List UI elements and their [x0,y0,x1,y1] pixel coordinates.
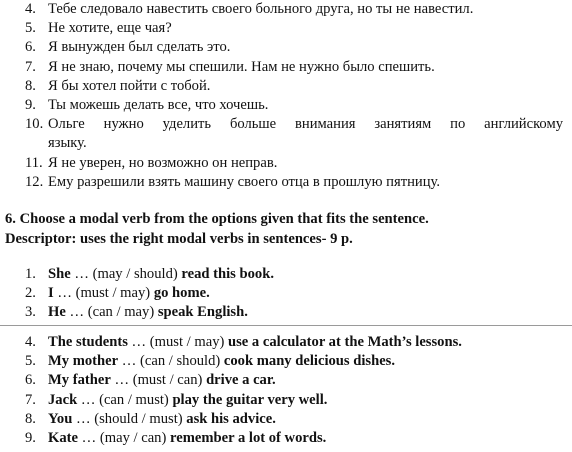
item-text-line: языку. [48,135,87,152]
item-number: 5. [25,20,36,37]
item-rest: use a calculator at the Math’s lessons. [228,334,462,350]
item-number: 4. [25,1,36,17]
item-number: 4. [25,334,36,350]
item-options: … (can / may) [65,304,158,321]
item-text: Jack … (can / must) play the guitar very… [48,391,327,410]
item-text: Не хотите, еще чая? [48,20,172,37]
item-subject: Jack [48,391,78,408]
item-subject: He [48,304,66,321]
item-text: Я не уверен, но возможно он неправ. [48,154,278,171]
item-number: 5. [25,353,36,370]
item-text: The students … (must / may) use a calcul… [48,333,462,352]
item-options: … (may / can) [78,429,170,446]
item-rest: speak English. [157,304,248,321]
item-number: 9. [25,429,36,446]
item-rest: drive a car. [206,372,276,389]
item-text: Ему разрешили взять машину своего отца в… [48,173,440,190]
item-number: 9. [25,96,36,113]
item-options: … (must / may) [53,285,154,302]
item-options: … (must / can) [110,372,207,389]
item-text: Я бы хотел пойти с тобой. [48,77,211,94]
item-text: You … (should / must) ask his advice. [48,410,276,429]
item-subject: Kate [48,429,78,446]
item-text: He … (can / may) speak English. [48,303,248,322]
item-number: 8. [25,410,36,427]
item-number: 6. [25,372,36,389]
item-text: My father … (must / can) drive a car. [48,371,276,390]
item-rest: play the guitar very well. [172,391,328,408]
item-rest: cook many delicious dishes. [223,353,396,370]
item-subject: My mother [48,353,119,370]
item-options: … (should / must) [72,410,187,427]
item-number: 11. [25,154,43,171]
item-options: … (may / should) [70,266,182,282]
item-text: Ты можешь делать все, что хочешь. [48,96,269,113]
item-options: … (can / must) [77,391,173,408]
item-number: 12. [25,173,44,190]
item-subject: You [48,410,73,427]
item-text: My mother … (can / should) cook many del… [48,352,395,371]
item-number: 1. [25,266,36,282]
item-rest: go home. [153,285,210,302]
item-number: 7. [25,391,36,408]
item-text: Я не знаю, почему мы спешили. Нам не нуж… [48,58,435,75]
item-text: She … (may / should) read this book. [48,265,274,284]
document-page: 4. Тебе следовало навестить своего больн… [0,0,572,452]
item-number: 7. [25,58,36,75]
item-text-line: Ольге нужно уделить больше внимания заня… [48,116,563,133]
item-number: 3. [25,304,36,321]
item-number: 10. [25,116,44,133]
page-divider [0,325,572,326]
item-rest: read this book. [181,266,274,282]
item-rest: ask his advice. [186,410,276,427]
task-descriptor: Descriptor: uses the right modal verbs i… [5,230,353,247]
item-subject: She [48,266,71,282]
item-number: 6. [25,39,36,56]
item-number: 8. [25,77,36,94]
item-text: Ольге нужно уделить больше внимания заня… [48,115,563,153]
item-number: 2. [25,285,36,302]
item-text: Я вынужден был сделать это. [48,39,231,56]
item-text: Kate … (may / can) remember a lot of wor… [48,429,326,448]
item-subject: The students [48,334,128,350]
item-options: … (must / may) [127,334,229,350]
item-rest: remember a lot of words. [170,429,327,446]
item-subject: My father [48,372,111,389]
item-text: I … (must / may) go home. [48,284,210,303]
item-text: Тебе следовало навестить своего больного… [48,1,474,17]
item-options: … (can / should) [118,353,224,370]
task-title: 6. Choose a modal verb from the options … [5,211,429,227]
